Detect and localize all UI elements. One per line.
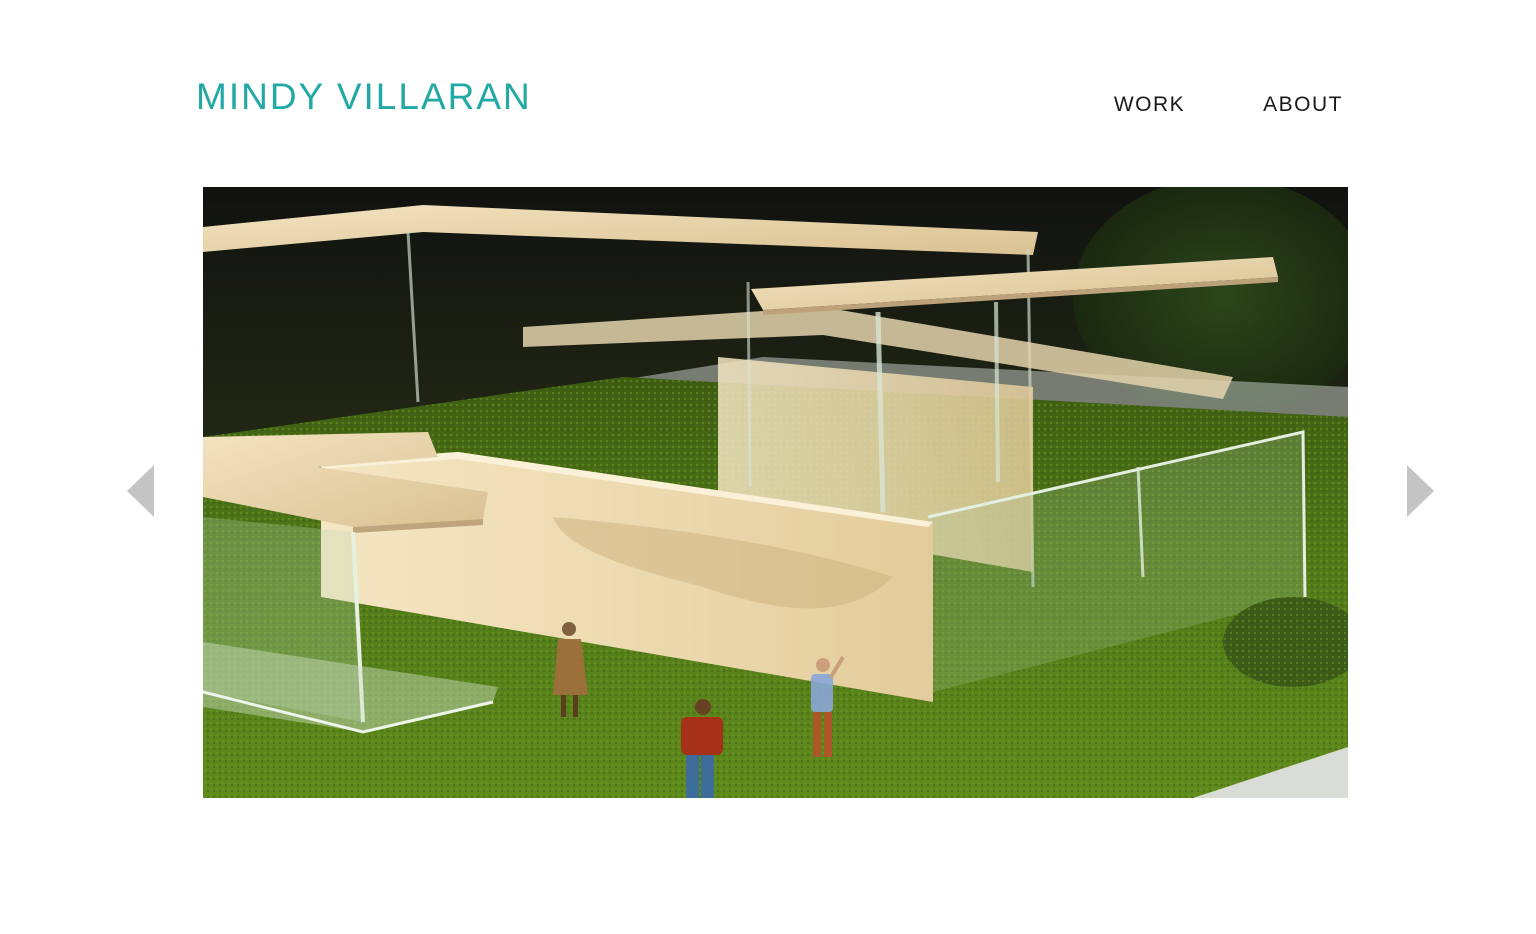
slideshow-image (203, 187, 1348, 798)
previous-slide-button[interactable] (127, 465, 155, 517)
triangle-right-icon (1407, 465, 1434, 517)
main-nav: WORK ABOUT (1114, 94, 1343, 115)
architectural-model-photo (203, 187, 1348, 798)
nav-link-work[interactable]: WORK (1114, 94, 1185, 115)
triangle-left-icon (127, 465, 154, 517)
next-slide-button[interactable] (1406, 465, 1434, 517)
page: MINDY VILLARAN WORK ABOUT (0, 0, 1536, 934)
site-title-link[interactable]: MINDY VILLARAN (196, 78, 532, 115)
nav-link-about[interactable]: ABOUT (1263, 94, 1343, 115)
